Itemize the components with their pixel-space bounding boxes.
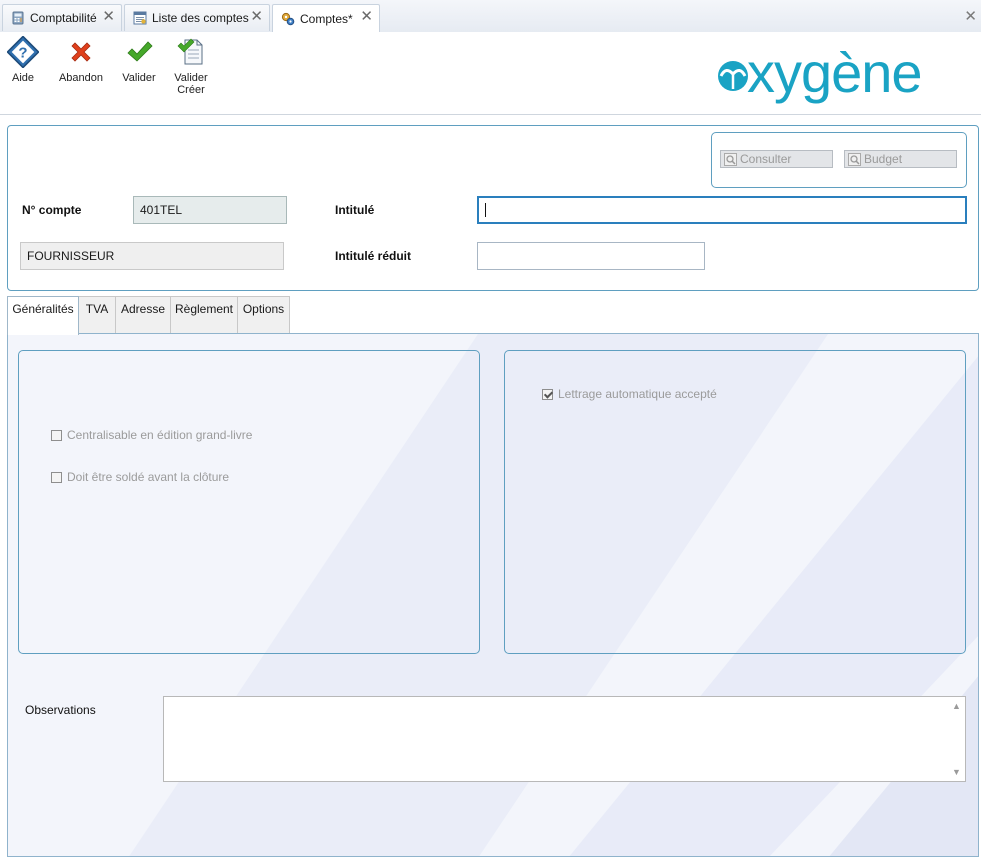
close-icon[interactable]: ✕ [360, 9, 373, 24]
centralisable-checkbox[interactable]: Centralisable en édition grand-livre [51, 428, 252, 442]
abandon-label: Abandon [58, 72, 104, 84]
help-label: Aide [11, 72, 35, 84]
svg-text:xygène: xygène [747, 46, 922, 104]
account-header-panel: Consulter Budget N° compte 401TEL Intitu… [7, 125, 979, 291]
title-input[interactable] [477, 196, 967, 224]
tab-label: Liste des comptes [152, 11, 249, 25]
checkbox-box [51, 471, 62, 483]
checkmark-icon [127, 41, 153, 62]
new-document-check-icon [177, 38, 203, 65]
account-number-value: 401TEL [140, 203, 183, 217]
text-caret [485, 203, 486, 217]
tab-tva[interactable]: TVA [78, 296, 116, 333]
close-icon[interactable]: ✕ [102, 9, 115, 24]
left-options-group [18, 350, 480, 654]
tab-options[interactable]: Options [237, 296, 290, 333]
tab-adresse[interactable]: Adresse [115, 296, 171, 333]
tab-comptabilite[interactable]: Comptabilité ✕ [2, 4, 122, 31]
magnifier-icon [724, 152, 737, 166]
help-icon: ? [7, 36, 39, 68]
tab-comptes[interactable]: Comptes* ✕ [272, 4, 380, 32]
budget-button[interactable]: Budget [844, 150, 957, 168]
gears-icon [281, 12, 295, 25]
lettrage-checkbox[interactable]: Lettrage automatique accepté [542, 387, 717, 401]
consult-button[interactable]: Consulter [720, 150, 833, 168]
solde-label: Doit être soldé avant la clôture [67, 470, 230, 484]
tab-liste-des-comptes[interactable]: Liste des comptes ✕ [124, 4, 270, 31]
validate-create-label-2: Créer [177, 84, 205, 96]
observations-scrollbar[interactable]: ▲ ▼ [949, 697, 965, 781]
solde-checkbox[interactable]: Doit être soldé avant la clôture [51, 470, 229, 484]
tab-generalites[interactable]: Généralités [7, 296, 79, 335]
consult-label: Consulter [740, 152, 792, 166]
lettrage-label: Lettrage automatique accepté [558, 387, 717, 401]
oxygene-logo: xygène [718, 46, 923, 104]
tab-content-generalites: Centralisable en édition grand-livre Doi… [7, 333, 979, 857]
magnifier-icon [848, 152, 861, 166]
svg-text:?: ? [18, 45, 27, 62]
toolbar: ? Aide Abandon Valider Valider Créer xyg… [0, 32, 981, 115]
account-number-label: N° compte [22, 203, 82, 217]
close-all-icon[interactable]: ✕ [964, 7, 977, 25]
tab-label: Généralités [12, 302, 74, 316]
observations-label: Observations [25, 703, 96, 717]
tab-reglement[interactable]: Règlement [170, 296, 238, 333]
tab-label: Options [242, 302, 285, 316]
centralisable-label: Centralisable en édition grand-livre [67, 428, 253, 442]
validate-create-label: Valider [174, 72, 208, 84]
account-type-value: FOURNISSEUR [27, 249, 115, 263]
tab-label: Comptabilité [30, 11, 97, 25]
tab-label: Règlement [174, 302, 234, 316]
validate-create-button[interactable]: Valider Créer [170, 36, 212, 96]
observations-textarea[interactable]: ▲ ▼ [163, 696, 966, 782]
scroll-down-icon[interactable]: ▼ [952, 767, 961, 777]
short-title-input[interactable] [477, 242, 705, 270]
close-icon[interactable]: ✕ [250, 9, 263, 24]
calculator-icon [12, 11, 24, 25]
scroll-up-icon[interactable]: ▲ [952, 701, 961, 711]
tab-label: Comptes* [300, 11, 353, 26]
account-type-field: FOURNISSEUR [20, 242, 284, 270]
checkbox-box-checked [542, 388, 553, 400]
tab-label: TVA [85, 302, 109, 316]
abandon-button[interactable]: Abandon [57, 36, 105, 84]
list-icon [133, 11, 147, 25]
account-number-field[interactable]: 401TEL [133, 196, 287, 224]
title-label: Intitulé [335, 203, 375, 217]
tab-label: Adresse [120, 302, 166, 316]
help-button[interactable]: ? Aide [6, 36, 40, 84]
validate-button[interactable]: Valider [118, 36, 160, 84]
budget-label: Budget [864, 152, 903, 166]
validate-label: Valider [122, 72, 156, 84]
checkbox-box [51, 429, 62, 441]
consult-budget-group: Consulter Budget [711, 132, 967, 188]
short-title-label: Intitulé réduit [335, 249, 411, 263]
document-tab-strip: Comptabilité ✕ Liste des comptes ✕ Compt… [0, 0, 981, 33]
cross-icon [71, 42, 91, 62]
